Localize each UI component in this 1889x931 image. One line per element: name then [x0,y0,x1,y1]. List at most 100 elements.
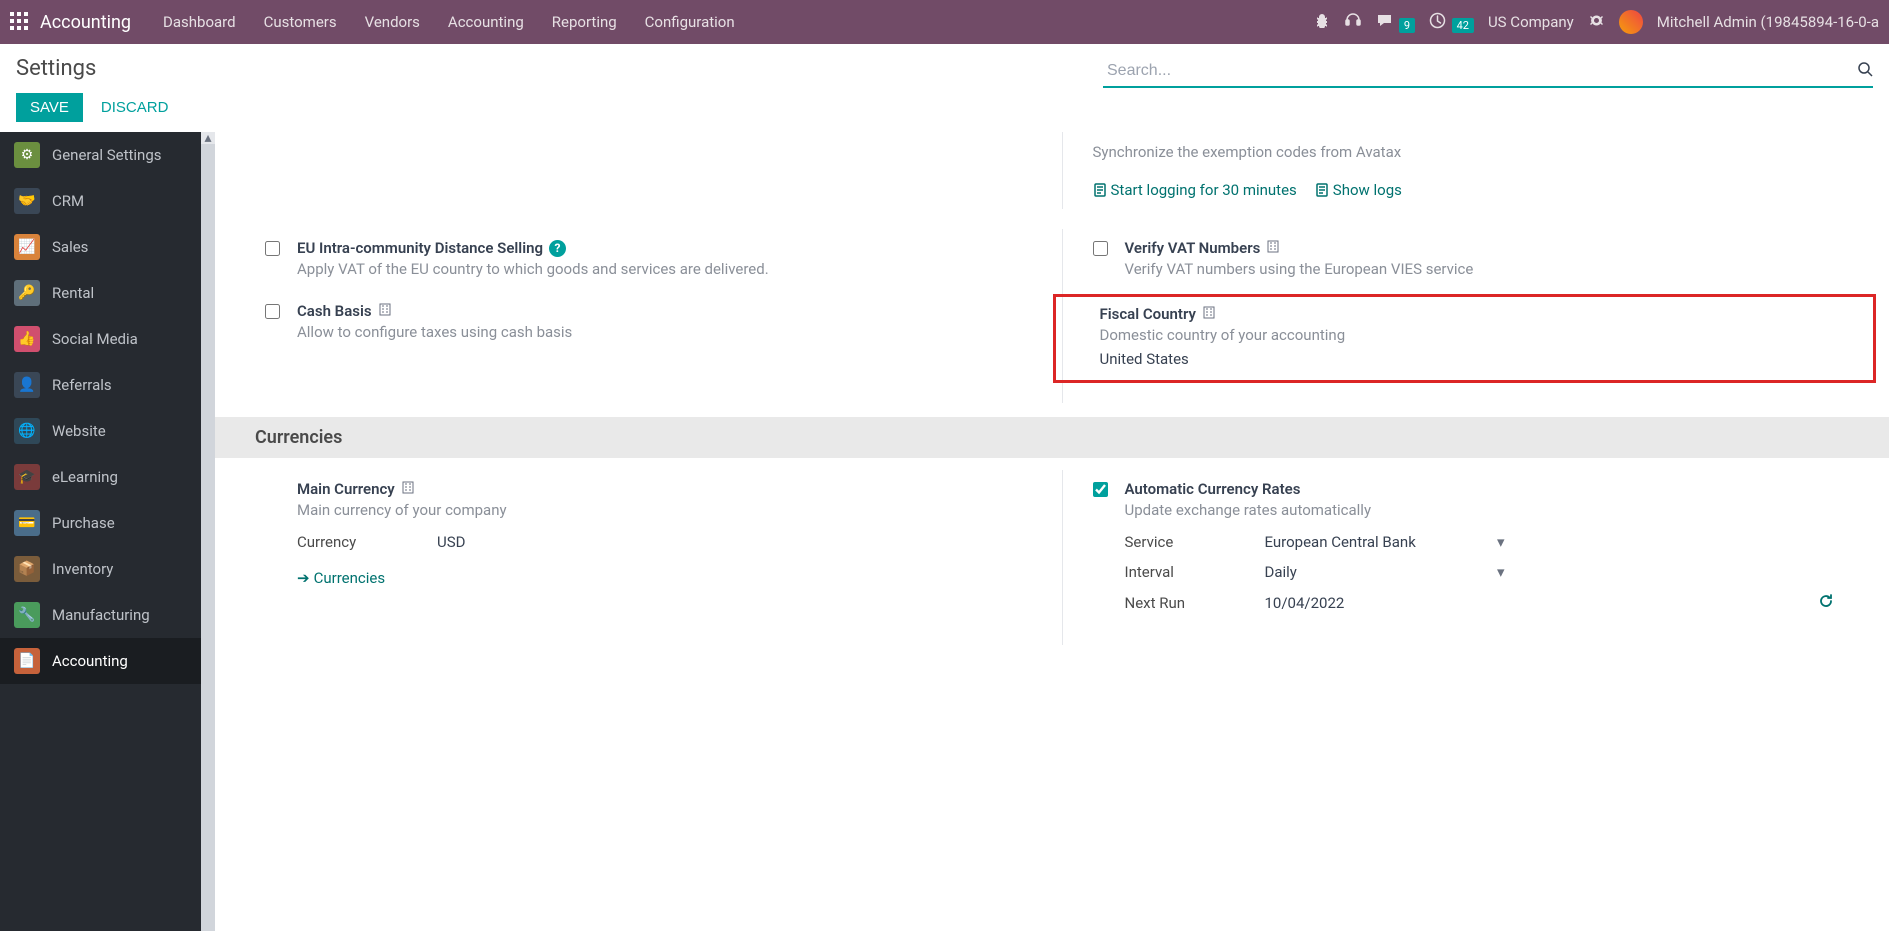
top-menu: Dashboard Customers Vendors Accounting R… [151,5,1314,39]
auto-rates-desc: Update exchange rates automatically [1125,500,1865,521]
currency-label: Currency [297,533,437,551]
sidebar-item-label: Social Media [52,330,138,348]
fiscal-country-value[interactable]: United States [1100,350,1862,368]
menu-customers[interactable]: Customers [252,5,349,39]
discard-button[interactable]: DISCARD [87,93,183,122]
sidebar-item-label: Manufacturing [52,606,150,624]
document-icon [1315,183,1329,197]
building-icon [1266,239,1280,257]
interval-label: Interval [1125,563,1265,581]
sidebar-item-label: Accounting [52,652,128,670]
building-icon [378,302,392,320]
service-select[interactable]: European Central Bank ▾ [1265,533,1505,551]
settings-content: Synchronize the exemption codes from Ava… [215,132,1889,931]
start-logging-link[interactable]: Start logging for 30 minutes [1093,181,1297,199]
app-brand[interactable]: Accounting [40,12,131,33]
document-icon: 📄 [14,648,40,674]
sidebar-item-accounting[interactable]: 📄 Accounting [0,638,215,684]
sidebar-item-label: General Settings [52,146,162,164]
card-icon: 💳 [14,510,40,536]
chevron-down-icon: ▾ [1497,533,1505,551]
sidebar-item-purchase[interactable]: 💳 Purchase [0,500,215,546]
menu-dashboard[interactable]: Dashboard [151,5,248,39]
bug-icon[interactable] [1314,12,1330,32]
sidebar-scrollbar[interactable]: ▴ [201,132,215,931]
fiscal-country-highlight: Fiscal Country Domestic country of your … [1053,294,1877,383]
cash-basis-title: Cash Basis [297,302,372,320]
debug-icon[interactable] [1588,12,1605,33]
apps-icon[interactable] [10,12,30,32]
sidebar-item-label: Sales [52,238,88,256]
document-icon [1093,183,1107,197]
sidebar-item-rental[interactable]: 🔑 Rental [0,270,215,316]
scroll-up-icon[interactable]: ▴ [201,132,215,144]
sidebar-item-social-media[interactable]: 👍 Social Media [0,316,215,362]
show-logs-link[interactable]: Show logs [1315,181,1402,199]
sidebar-item-website[interactable]: 🌐 Website [0,408,215,454]
gear-icon: ⚙ [14,142,40,168]
sidebar-item-general-settings[interactable]: ⚙ General Settings [0,132,215,178]
box-icon: 📦 [14,556,40,582]
handshake-icon: 🤝 [14,188,40,214]
auto-rates-checkbox[interactable] [1093,482,1108,497]
person-icon: 👤 [14,372,40,398]
company-switcher[interactable]: US Company [1488,13,1574,31]
key-icon: 🔑 [14,280,40,306]
sidebar-item-sales[interactable]: 📈 Sales [0,224,215,270]
main-currency-desc: Main currency of your company [297,500,1037,521]
eu-distance-desc: Apply VAT of the EU country to which goo… [297,259,1037,280]
sidebar-item-label: Inventory [52,560,113,578]
messages-badge: 9 [1399,18,1415,33]
refresh-icon[interactable] [1818,593,1834,613]
interval-select[interactable]: Daily ▾ [1265,563,1505,581]
sidebar-item-referrals[interactable]: 👤 Referrals [0,362,215,408]
settings-sidebar: ▴ ⚙ General Settings 🤝 CRM 📈 Sales 🔑 Ren… [0,132,215,931]
search-input[interactable] [1103,56,1857,86]
globe-icon: 🌐 [14,418,40,444]
sidebar-item-label: eLearning [52,468,118,486]
auto-rates-title: Automatic Currency Rates [1125,480,1301,498]
eu-distance-checkbox[interactable] [265,241,280,256]
next-run-label: Next Run [1125,594,1265,612]
next-run-value[interactable]: 10/04/2022 [1265,594,1505,612]
graduation-icon: 🎓 [14,464,40,490]
cash-basis-checkbox[interactable] [265,304,280,319]
sidebar-item-label: Referrals [52,376,112,394]
page-title: Settings [16,56,182,81]
messages-icon[interactable]: 9 [1376,12,1415,33]
building-icon [1202,305,1216,323]
sidebar-item-elearning[interactable]: 🎓 eLearning [0,454,215,500]
eu-distance-title: EU Intra-community Distance Selling [297,239,543,257]
sidebar-item-inventory[interactable]: 📦 Inventory [0,546,215,592]
username[interactable]: Mitchell Admin (19845894-16-0-a [1657,13,1879,31]
menu-configuration[interactable]: Configuration [633,5,747,39]
sidebar-item-label: Rental [52,284,94,302]
support-icon[interactable] [1344,11,1362,33]
sidebar-item-label: Purchase [52,514,115,532]
chart-icon: 📈 [14,234,40,260]
menu-reporting[interactable]: Reporting [540,5,629,39]
menu-accounting[interactable]: Accounting [436,5,536,39]
sidebar-item-manufacturing[interactable]: 🔧 Manufacturing [0,592,215,638]
building-icon [401,480,415,498]
currencies-section-header: Currencies [215,417,1889,458]
search-icon[interactable] [1857,61,1873,81]
sidebar-item-label: CRM [52,192,84,210]
save-button[interactable]: SAVE [16,93,83,122]
activities-icon[interactable]: 42 [1429,12,1474,33]
help-icon[interactable]: ? [549,240,566,257]
menu-vendors[interactable]: Vendors [353,5,432,39]
fiscal-country-desc: Domestic country of your accounting [1100,325,1862,346]
verify-vat-desc: Verify VAT numbers using the European VI… [1125,259,1865,280]
sidebar-item-crm[interactable]: 🤝 CRM [0,178,215,224]
currency-value[interactable]: USD [437,533,677,551]
thumbs-up-icon: 👍 [14,326,40,352]
service-label: Service [1125,533,1265,551]
activities-badge: 42 [1452,18,1474,33]
currencies-link[interactable]: ➔ Currencies [297,569,385,587]
verify-vat-checkbox[interactable] [1093,241,1108,256]
arrow-right-icon: ➔ [297,569,310,587]
avatax-sync-desc: Synchronize the exemption codes from Ava… [1093,142,1865,163]
chevron-down-icon: ▾ [1497,563,1505,581]
avatar[interactable] [1619,10,1643,34]
